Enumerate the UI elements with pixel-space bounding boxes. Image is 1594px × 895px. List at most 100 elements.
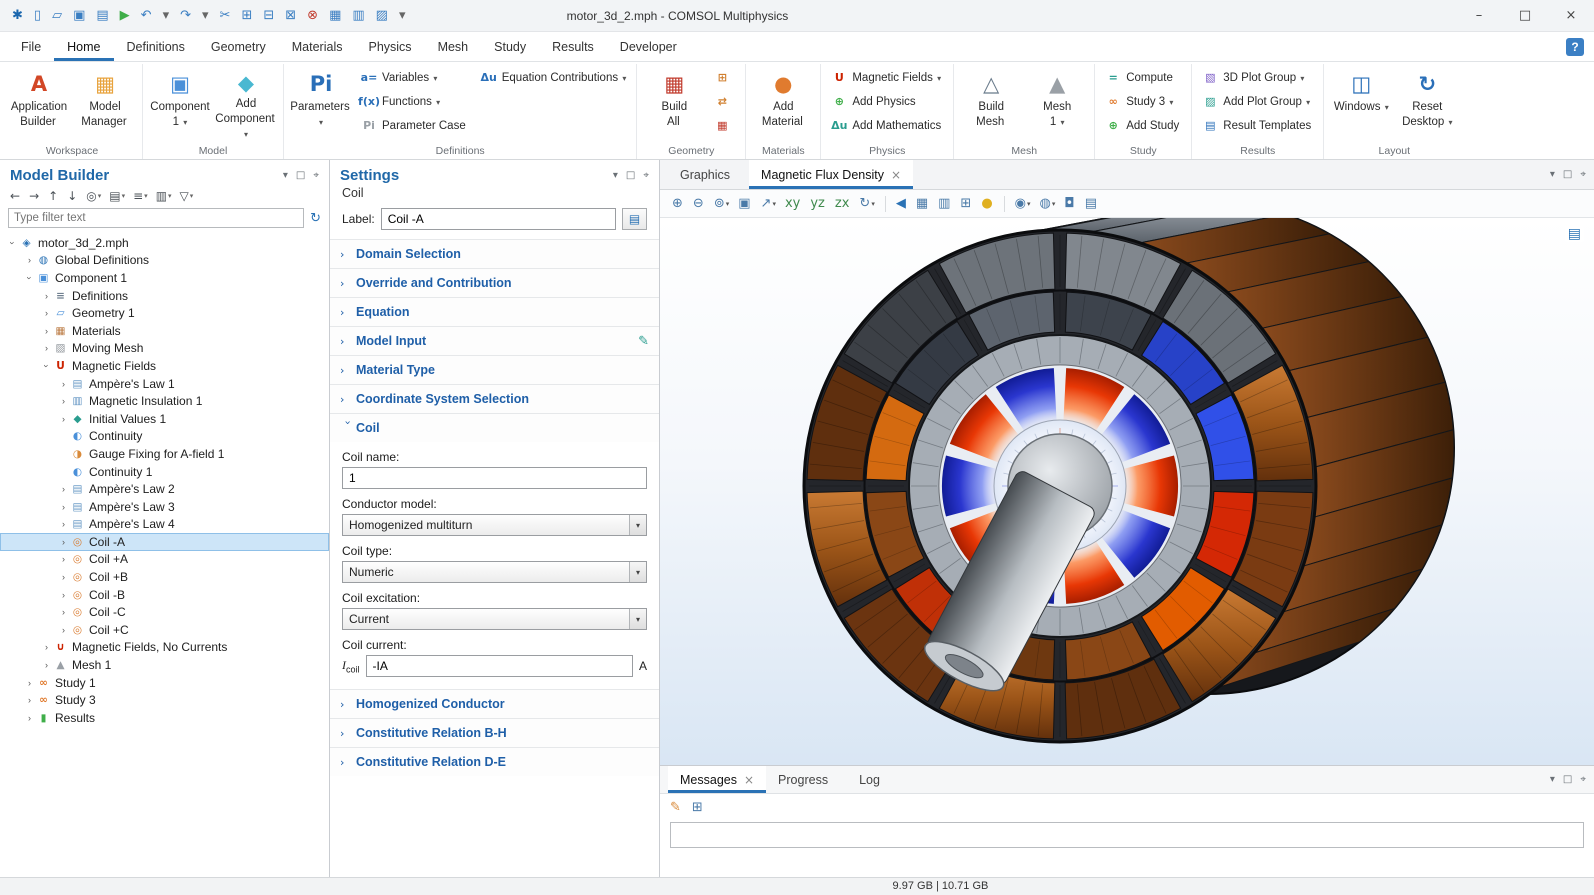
tab-progress[interactable]: Progress [766,766,847,793]
coil-name-input[interactable] [342,467,647,489]
tree-expander-icon[interactable]: › [25,271,35,284]
tree-expander-icon[interactable]: › [40,642,53,652]
toolbar-separator[interactable] [885,196,886,212]
tree-item[interactable]: › ▤ Ampère's Law 4 [0,516,329,534]
tree-expander-icon[interactable]: › [57,607,70,617]
zoom-in-icon[interactable]: ⊕ [668,194,688,213]
tree-expander-icon[interactable]: › [57,572,70,582]
open-file-icon[interactable]: ▱ [52,8,62,23]
close-tab-icon[interactable]: × [891,168,901,182]
tree-expander-icon[interactable]: › [40,291,53,301]
tree-item[interactable]: › ∪ Magnetic Fields, No Currents [0,639,329,657]
node-label-icon[interactable]: ▤▾ [109,189,125,203]
tab-study[interactable]: Study [481,32,539,61]
plot-data-table-icon[interactable]: ▦ [912,194,933,213]
tree-item[interactable]: › ▱ Geometry 1 [0,304,329,322]
tab-log[interactable]: Log [847,766,899,793]
tree-item[interactable]: › ◐ Continuity [0,428,329,446]
float-panel-icon[interactable]: □ [626,170,635,181]
section-model-input[interactable]: › Model Input ✎ [330,326,659,355]
section-override-and-contribution[interactable]: › Override and Contribution [330,268,659,297]
save-icon[interactable]: ▣ [73,8,85,23]
tree-item[interactable]: › ▲ Mesh 1 [0,656,329,674]
compute-button[interactable]: = Compute [1100,66,1186,89]
zoom-extents-icon[interactable]: ▣ [734,194,755,213]
tab-physics[interactable]: Physics [355,32,424,61]
windows-button[interactable]: ◫ Windows ▾ [1329,66,1393,143]
pin-panel-icon[interactable]: ⌖ [1580,774,1586,785]
tree-item[interactable]: › ▥ Magnetic Insulation 1 [0,392,329,410]
tree-expander-icon[interactable]: › [23,695,36,705]
go-forward-icon[interactable]: → [29,189,40,203]
tree-expander-icon[interactable]: › [57,379,70,389]
functions-button[interactable]: f(x) Functions ▾ [356,90,473,113]
section-equation[interactable]: › Equation [330,297,659,326]
tree-expander-icon[interactable]: › [57,414,70,424]
tree-expander-icon[interactable]: › [57,625,70,635]
tree-item[interactable]: › ▨ Moving Mesh [0,340,329,358]
tree-expander-icon[interactable]: › [57,537,70,547]
tree-item[interactable]: › ◎ Coil +C [0,621,329,639]
tree-expander-icon[interactable]: › [23,255,36,265]
new-file-icon[interactable]: ▯ [34,8,41,23]
variables-button[interactable]: a= Variables ▾ [356,66,473,89]
tree-expander-icon[interactable]: › [57,484,70,494]
maximize-button[interactable]: □ [1502,0,1548,31]
zoom-options-icon[interactable]: ⊚▾ [710,194,733,213]
print-icon[interactable]: ▤ [1081,194,1102,213]
float-panel-icon[interactable]: □ [296,170,305,181]
float-panel-icon[interactable]: □ [1563,169,1572,180]
paste-icon[interactable]: ⊟ [263,8,274,23]
toolbar-options-caret-icon[interactable]: ▾ [399,8,406,23]
add-physics-button[interactable]: ⊕ Add Physics [826,90,948,113]
tree-item[interactable]: › ▤ Ampère's Law 3 [0,498,329,516]
result-templates-button[interactable]: ▤ Result Templates [1197,114,1318,137]
tree-item[interactable]: › ◎ Coil -A [0,533,329,551]
tab-messages[interactable]: Messages × [668,766,766,793]
view-xy-icon[interactable]: xy [781,194,805,213]
pin-panel-icon[interactable]: ⌖ [313,170,319,181]
tree-expander-icon[interactable]: › [57,519,70,529]
section-constitutive-relation-de[interactable]: › Constitutive Relation D-E [330,747,659,776]
view-yz-icon[interactable]: yz [806,194,830,213]
study-3-button[interactable]: ∞ Study 3 ▾ [1100,90,1186,113]
show-options-icon[interactable]: ◎▾ [86,189,101,203]
equation-contributions-button[interactable]: Δu Equation Contributions ▾ [476,66,632,89]
lock-icon[interactable]: ● [977,194,997,213]
delete-icon[interactable]: ⊗ [307,8,318,23]
build-all-button[interactable]: ▦ Build All [642,66,706,142]
update-plot-icon[interactable]: ↻▾ [855,194,878,213]
redo-caret-icon[interactable]: ▾ [202,8,209,23]
geometry-delete-button[interactable]: ▦ [709,114,740,137]
coil-excitation-select[interactable]: Current ▾ [342,608,647,630]
graphics-canvas[interactable]: ▤ [660,218,1594,765]
edit-model-input-icon[interactable]: ✎ [638,334,649,349]
geometry-import-button[interactable]: ⊞ [709,66,740,89]
collapse-panel-icon[interactable]: ▾ [1550,169,1555,180]
tab-magnetic-flux-density[interactable]: Magnetic Flux Density × [749,160,913,189]
tree-item[interactable]: › ◎ Coil -B [0,586,329,604]
coil-type-select[interactable]: Numeric ▾ [342,561,647,583]
tree-item[interactable]: › ◍ Global Definitions [0,252,329,270]
tree-item[interactable]: › ≡ Definitions [0,287,329,305]
copy-icon[interactable]: ⊞ [241,8,252,23]
tab-geometry[interactable]: Geometry [198,32,279,61]
matrix-icon[interactable]: ▥ [352,8,364,23]
tree-expander-icon[interactable]: › [40,660,53,670]
tree-item[interactable]: › ◎ Coil +A [0,551,329,569]
filter-input[interactable] [8,208,304,228]
tree-expander-icon[interactable]: › [8,236,18,249]
cut-icon[interactable]: ✂ [220,8,231,23]
add-plot-group-button[interactable]: ▨ Add Plot Group ▾ [1197,90,1318,113]
section-domain-selection[interactable]: › Domain Selection [330,239,659,268]
tree-item[interactable]: › ◎ Coil -C [0,603,329,621]
environment-icon[interactable]: ◍▾ [1036,194,1060,213]
snapshot-camera-icon[interactable]: ◘ [1060,194,1079,213]
tab-developer[interactable]: Developer [607,32,690,61]
scene-light-icon[interactable]: ◉▾ [1011,194,1035,213]
section-coordinate-system-selection[interactable]: › Coordinate System Selection [330,384,659,413]
view-zx-icon[interactable]: zx [831,194,855,213]
default-view-icon[interactable]: ↗▾ [757,194,780,213]
conductor-model-select[interactable]: Homogenized multiturn ▾ [342,514,647,536]
tree-item[interactable]: › ◎ Coil +B [0,568,329,586]
